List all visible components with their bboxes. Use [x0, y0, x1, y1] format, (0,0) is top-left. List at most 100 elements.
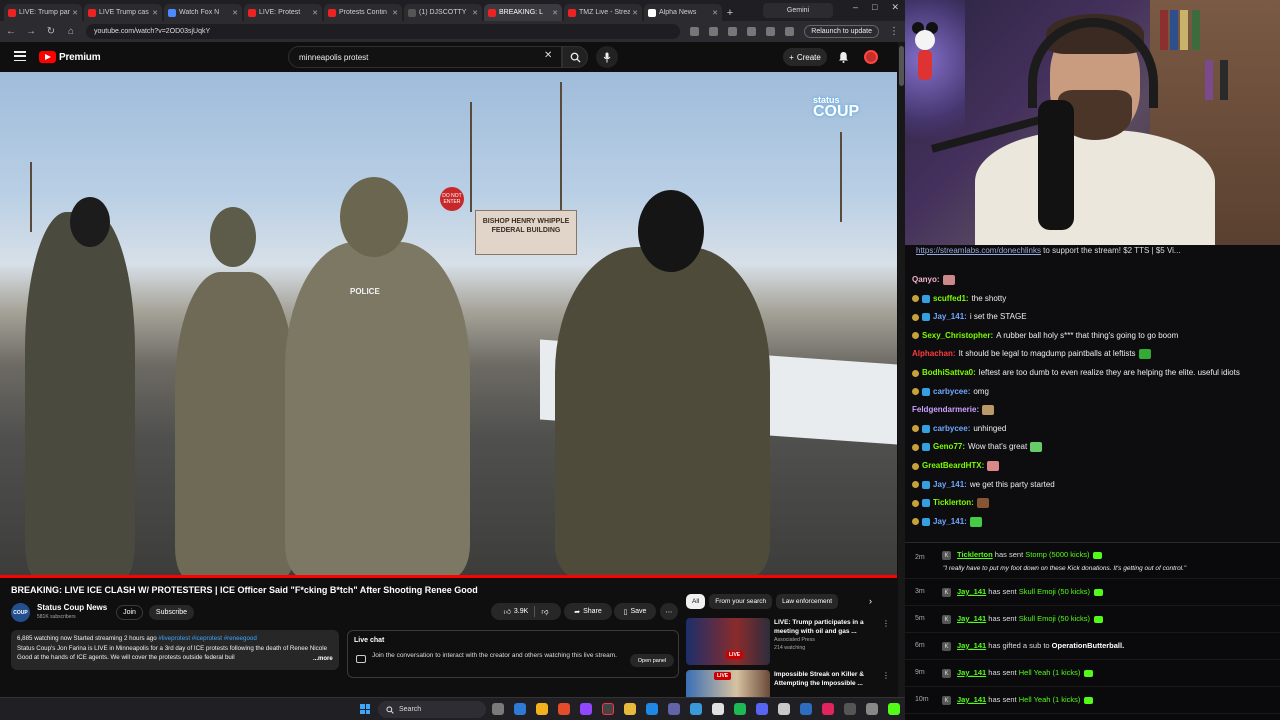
- channel-name[interactable]: Status Coup News: [37, 603, 107, 612]
- chat-username[interactable]: Alphachan:: [912, 349, 956, 359]
- spotify-icon[interactable]: [734, 703, 746, 715]
- close-icon[interactable]: ✕: [392, 9, 398, 17]
- join-button[interactable]: Join: [116, 605, 143, 620]
- app-icon[interactable]: [800, 703, 812, 715]
- windows-start-icon[interactable]: [360, 704, 370, 714]
- app-icon[interactable]: [778, 703, 790, 715]
- reload-icon[interactable]: ↻: [46, 26, 56, 37]
- app-icon[interactable]: [646, 703, 658, 715]
- close-window-icon[interactable]: ✕: [891, 2, 899, 13]
- more-vert-icon[interactable]: ⋮: [882, 619, 890, 628]
- voice-search-button[interactable]: [596, 46, 618, 68]
- thumbs-down-icon[interactable]: 👎︎: [541, 607, 548, 616]
- browser-menu-icon[interactable]: ⋮: [889, 26, 899, 37]
- app-icon[interactable]: [690, 703, 702, 715]
- event-username[interactable]: Jay_141: [957, 587, 986, 596]
- app-icon[interactable]: [712, 703, 724, 715]
- related-channel[interactable]: Associated Press: [774, 637, 882, 645]
- youtube-logo[interactable]: Premium: [39, 51, 101, 63]
- browser-tab[interactable]: (1) DJSCOTTY ✕: [404, 4, 482, 21]
- chat-username[interactable]: Jay_141:: [933, 517, 967, 527]
- chat-username[interactable]: carbycee:: [933, 387, 970, 397]
- close-icon[interactable]: ✕: [312, 9, 318, 17]
- url-field[interactable]: youtube.com/watch?v=2OD03sjUqkY: [86, 24, 681, 39]
- browser-tab[interactable]: LIVE: Protest ✕: [244, 4, 322, 21]
- event-username[interactable]: Jay_141: [957, 695, 986, 704]
- file-explorer-icon[interactable]: [624, 703, 636, 715]
- chip-all[interactable]: All: [686, 594, 706, 609]
- gemini-button[interactable]: Gemini: [763, 3, 833, 18]
- bookmark-star-icon[interactable]: [709, 27, 719, 36]
- chat-username[interactable]: Jay_141:: [933, 312, 967, 322]
- close-icon[interactable]: ✕: [632, 9, 638, 17]
- browser-tab[interactable]: Protests Contin ✕: [324, 4, 402, 21]
- clear-search-icon[interactable]: ✕: [544, 50, 552, 61]
- browser-tab[interactable]: LIVE: Trump par ✕: [4, 4, 82, 21]
- like-count[interactable]: 3.9K: [514, 608, 528, 615]
- chat-username[interactable]: Feldgendarmerie:: [912, 405, 979, 415]
- app-icon[interactable]: [822, 703, 834, 715]
- chip-law-enforcement[interactable]: Law enforcement: [776, 594, 839, 609]
- chat-username[interactable]: scuffed1:: [933, 294, 969, 304]
- live-progress-bar[interactable]: [0, 575, 897, 578]
- donation-link[interactable]: https://streamlabs.com/donechlinks: [916, 246, 1041, 255]
- kick-icon[interactable]: [888, 703, 900, 715]
- close-icon[interactable]: ✕: [472, 9, 478, 17]
- browser-tab-active[interactable]: BREAKING: L ✕: [484, 4, 562, 21]
- browser-tab[interactable]: Alpha News ✕: [644, 4, 722, 21]
- chat-username[interactable]: Sexy_Christopher:: [922, 331, 993, 341]
- minimize-icon[interactable]: –: [853, 2, 858, 13]
- chrome-icon[interactable]: [536, 703, 548, 715]
- extension-icon[interactable]: [690, 27, 700, 36]
- video-thumbnail[interactable]: LIVE: [686, 618, 770, 665]
- create-button[interactable]: + Create: [783, 48, 827, 66]
- hashtags[interactable]: #liveprotest #iceprotest #reneegood: [158, 635, 256, 642]
- back-icon[interactable]: ←: [6, 26, 16, 37]
- browser-tab[interactable]: LIVE Trump cas ✕: [84, 4, 162, 21]
- event-username[interactable]: Jay_141: [957, 641, 986, 650]
- chat-username[interactable]: carbycee:: [933, 424, 970, 434]
- event-username[interactable]: Ticklerton: [957, 550, 993, 559]
- related-title[interactable]: Impossible Streak on Killer & Attempting…: [774, 671, 882, 688]
- event-username[interactable]: Jay_141: [957, 668, 986, 677]
- close-icon[interactable]: ✕: [72, 9, 78, 17]
- discord-icon[interactable]: [756, 703, 768, 715]
- hamburger-menu-icon[interactable]: [14, 51, 26, 61]
- chat-username[interactable]: BodhiSattva0:: [922, 368, 976, 378]
- related-title[interactable]: LIVE: Trump participates in a meeting wi…: [774, 619, 882, 636]
- description-box[interactable]: 6,885 watching now Started streaming 2 h…: [11, 630, 339, 670]
- chevron-right-icon[interactable]: ›: [869, 596, 872, 606]
- chat-username[interactable]: GreatBeardHTX:: [922, 461, 984, 471]
- extension-icon[interactable]: [747, 27, 757, 36]
- profile-icon[interactable]: [785, 27, 795, 36]
- maximize-icon[interactable]: □: [872, 2, 877, 13]
- app-icon[interactable]: [844, 703, 856, 715]
- app-icon[interactable]: [668, 703, 680, 715]
- page-scrollbar[interactable]: [898, 42, 905, 697]
- chip-from-your-search[interactable]: From your search: [709, 594, 773, 609]
- notifications-bell-icon[interactable]: [838, 51, 849, 63]
- chat-username[interactable]: Ticklerton:: [933, 498, 974, 508]
- relaunch-button[interactable]: Relaunch to update: [804, 25, 879, 38]
- channel-avatar[interactable]: COUP: [11, 603, 30, 622]
- chat-username[interactable]: Qanyo:: [912, 275, 940, 285]
- extension-icon[interactable]: [728, 27, 738, 36]
- save-button[interactable]: ▯ Save: [614, 603, 656, 620]
- share-button[interactable]: ➦ Share: [564, 603, 612, 620]
- show-more-link[interactable]: ...more: [313, 656, 333, 662]
- taskbar-search[interactable]: Search: [378, 701, 486, 718]
- video-player[interactable]: DO NOT ENTER BISHOP HENRY WHIPPLE FEDERA…: [0, 72, 897, 578]
- app-icon[interactable]: [558, 703, 570, 715]
- obs-icon[interactable]: [602, 703, 614, 715]
- more-vert-icon[interactable]: ⋮: [882, 671, 890, 680]
- edge-icon[interactable]: [514, 703, 526, 715]
- event-username[interactable]: Jay_141: [957, 614, 986, 623]
- thumbs-up-icon[interactable]: 👍︎: [504, 607, 511, 616]
- app-icon[interactable]: [866, 703, 878, 715]
- account-avatar[interactable]: [864, 50, 878, 64]
- more-actions-button[interactable]: ⋯: [660, 603, 678, 620]
- close-icon[interactable]: ✕: [152, 9, 158, 17]
- close-icon[interactable]: ✕: [712, 9, 718, 17]
- browser-tab[interactable]: TMZ Live - Strea ✕: [564, 4, 642, 21]
- app-icon[interactable]: [580, 703, 592, 715]
